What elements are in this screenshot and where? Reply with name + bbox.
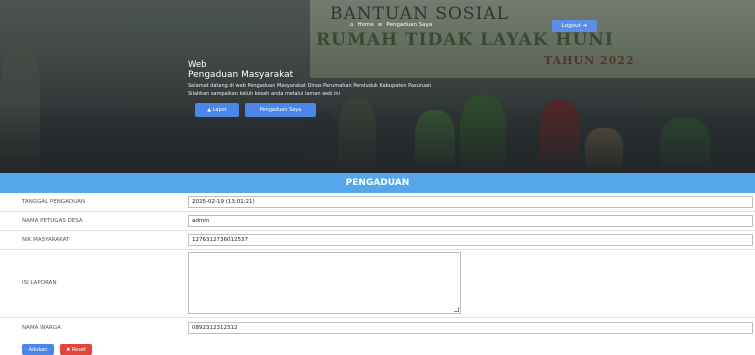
form-row-officer: NAMA PETUGAS DESA admin [0, 212, 755, 230]
my-complaints-button[interactable]: Pengaduan Saya [245, 103, 316, 117]
hero-subtitle-1: Selamat datang di web Pengaduan Masyarak… [188, 83, 432, 89]
hero-title-small: Web [188, 60, 207, 70]
label-citizen: NAMA WARGA [22, 325, 61, 331]
form-row-date: TANGGAL PENGADUAN 2025-02-19 (13:01:21) [0, 193, 755, 211]
nav-home-link[interactable]: Home [358, 22, 374, 28]
hero-banner: BANTUAN SOSIAL RUMAH TIDAK LAYAK HUNI TA… [0, 0, 755, 173]
label-officer: NAMA PETUGAS DESA [22, 218, 83, 224]
hero-title: Pengaduan Masyarakat [188, 70, 294, 80]
section-title: PENGADUAN [0, 173, 755, 193]
form-row-citizen: NAMA WARGA 0892312312312 [0, 318, 755, 338]
form-row-nik: NIK MASYARAKAT 1276312736012537 [0, 231, 755, 249]
logout-button[interactable]: Logout ➔ [552, 20, 597, 32]
label-date: TANGGAL PENGADUAN [22, 199, 85, 205]
label-report: ISI LAPORAN [22, 280, 57, 286]
date-field[interactable]: 2025-02-19 (13:01:21) [188, 196, 753, 208]
nik-field[interactable]: 1276312736012537 [188, 234, 753, 246]
label-nik: NIK MASYARAKAT [22, 237, 70, 243]
home-icon: ⌂ [350, 22, 354, 28]
report-textarea[interactable] [188, 252, 461, 314]
officer-name-field[interactable]: admin [188, 215, 753, 227]
reset-button[interactable]: ✖ Reset [60, 344, 92, 355]
citizen-name-field[interactable]: 0892312312312 [188, 322, 753, 334]
list-icon: ≡ [377, 22, 383, 28]
lapor-button[interactable]: ▲ Lapor [195, 103, 239, 117]
top-nav: ⌂ Home ≡ Pengaduan Saya [350, 22, 432, 28]
resize-grip-icon[interactable] [454, 307, 459, 312]
submit-button[interactable]: Adukan [22, 344, 54, 355]
form-row-report: ISI LAPORAN [0, 250, 755, 317]
nav-complaints-link[interactable]: Pengaduan Saya [386, 22, 432, 28]
hero-subtitle-2: Silahkan sampaikan keluh kesah anda mela… [188, 91, 340, 97]
